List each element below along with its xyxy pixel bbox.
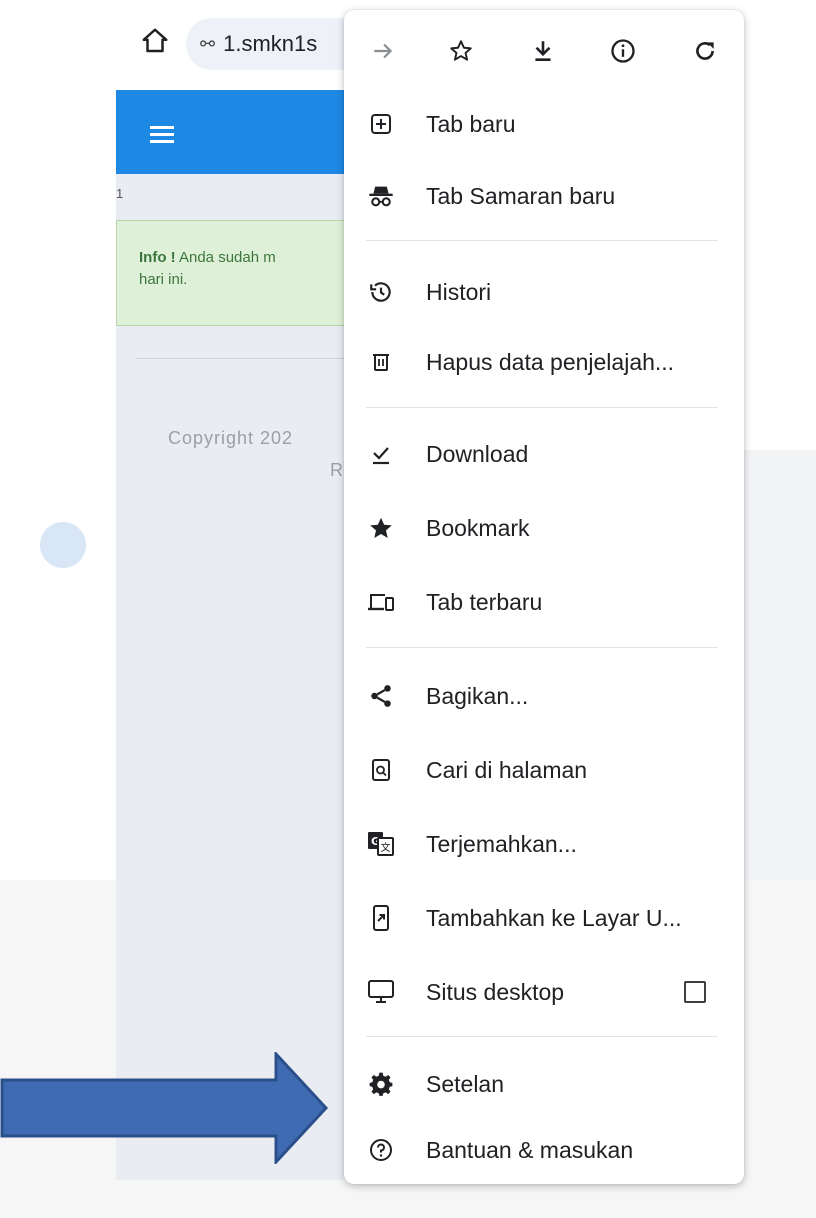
bookmark-star-icon [366, 513, 396, 543]
translate-icon: G文 [366, 829, 396, 859]
menu-item-clear-data[interactable]: Hapus data penjelajah... [344, 332, 744, 392]
menu-item-label: Tab baru [426, 110, 516, 137]
trash-icon [366, 347, 396, 377]
star-icon[interactable] [446, 36, 476, 66]
floating-button-shadow [40, 522, 86, 568]
menu-item-label: Situs desktop [426, 978, 565, 1005]
menu-item-history[interactable]: Histori [344, 262, 744, 322]
menu-item-translate[interactable]: G文 Terjemahkan... [344, 814, 744, 874]
reload-icon[interactable] [690, 36, 720, 66]
menu-item-settings[interactable]: Setelan [344, 1054, 744, 1114]
menu-item-find-in-page[interactable]: Cari di halaman [344, 740, 744, 800]
info-icon[interactable] [608, 36, 638, 66]
menu-item-incognito[interactable]: Tab Samaran baru [344, 166, 744, 226]
menu-item-label: Histori [426, 278, 492, 305]
help-icon [366, 1135, 396, 1165]
menu-item-share[interactable]: Bagikan... [344, 666, 744, 726]
hamburger-menu-icon[interactable] [150, 126, 174, 143]
site-header [116, 90, 356, 174]
menu-item-new-tab[interactable]: Tab baru [344, 94, 744, 154]
download-icon[interactable] [528, 36, 558, 66]
menu-divider [366, 407, 718, 408]
divider [136, 358, 356, 359]
settings-gear-icon [366, 1069, 396, 1099]
alert-text-2: hari ini. [139, 271, 188, 288]
menu-item-label: Bagikan... [426, 682, 529, 709]
menu-item-recent-tabs[interactable]: Tab terbaru [344, 572, 744, 632]
url-text: 1.smkn1s [223, 31, 318, 56]
annotation-arrow-icon [0, 1052, 329, 1164]
svg-text:文: 文 [381, 841, 391, 854]
copyright-text-2: R [330, 460, 343, 480]
menu-item-label: Setelan [426, 1070, 505, 1097]
share-icon [366, 681, 396, 711]
history-icon [366, 277, 396, 307]
menu-item-desktop-site[interactable]: Situs desktop [344, 962, 744, 1022]
downloads-icon [366, 439, 396, 469]
menu-divider [366, 240, 718, 241]
alert-text: Anda sudah m [175, 249, 276, 266]
copyright-text: Copyright 202 [168, 428, 294, 448]
browser-overflow-menu: Tab baru Tab Samaran baru Histori Hapus … [344, 10, 744, 1184]
menu-toolbar [344, 10, 744, 90]
incognito-icon [366, 181, 396, 211]
menu-item-label: Cari di halaman [426, 756, 588, 783]
recent-tabs-icon [366, 587, 396, 617]
tune-icon[interactable]: ⚯ [200, 34, 215, 55]
menu-item-bookmarks[interactable]: Bookmark [344, 498, 744, 558]
menu-item-downloads[interactable]: Download [344, 424, 744, 484]
desktop-icon [366, 977, 396, 1007]
alert-title: Info ! [139, 249, 176, 266]
website-content: 1 Info ! Anda sudah m hari ini. Copyrigh… [116, 90, 356, 1180]
menu-divider [366, 1036, 718, 1037]
find-in-page-icon [366, 755, 396, 785]
menu-item-help[interactable]: Bantuan & masukan [344, 1120, 744, 1180]
menu-item-label: Tab terbaru [426, 588, 543, 615]
menu-divider [366, 647, 718, 648]
forward-icon[interactable] [368, 36, 398, 66]
add-to-home-icon [366, 903, 396, 933]
menu-item-add-to-home[interactable]: Tambahkan ke Layar U... [344, 888, 744, 948]
menu-item-label: Tab Samaran baru [426, 182, 616, 209]
menu-item-label: Download [426, 440, 529, 467]
menu-item-label: Bookmark [426, 514, 530, 541]
menu-item-label: Hapus data penjelajah... [426, 348, 675, 375]
home-icon[interactable] [140, 26, 170, 56]
menu-item-label: Terjemahkan... [426, 830, 577, 857]
menu-item-label: Tambahkan ke Layar U... [426, 904, 682, 931]
info-alert: Info ! Anda sudah m hari ini. [116, 220, 356, 326]
new-tab-icon [366, 109, 396, 139]
row-number: 1 [116, 186, 124, 201]
menu-item-label: Bantuan & masukan [426, 1136, 634, 1163]
desktop-site-checkbox[interactable] [684, 981, 706, 1003]
